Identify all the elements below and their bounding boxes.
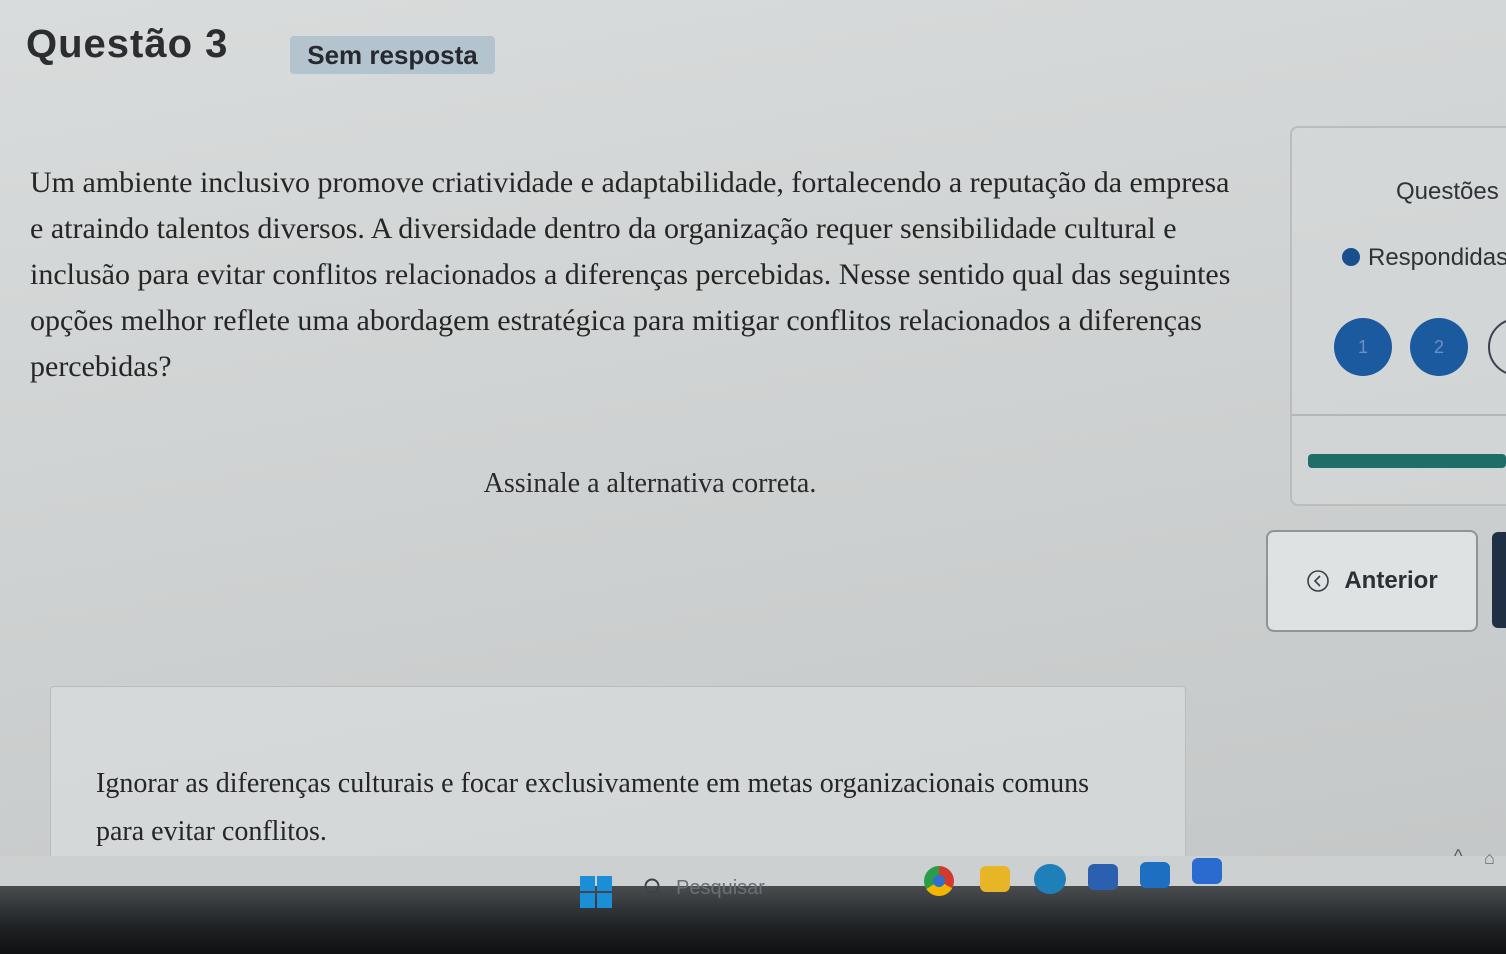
question-nav-2[interactable]: 2 — [1410, 318, 1468, 376]
arrow-left-circle-icon — [1307, 570, 1330, 592]
question-text: Um ambiente inclusivo promove criativida… — [30, 166, 1231, 383]
word-icon[interactable] — [1192, 858, 1222, 884]
search-icon — [644, 878, 664, 898]
question-nav-1[interactable]: 1 — [1334, 318, 1392, 376]
previous-button[interactable]: Anterior — [1266, 530, 1478, 632]
answered-legend-dot — [1342, 248, 1360, 266]
progress-bar — [1308, 454, 1506, 468]
option-text[interactable]: Ignorar as diferenças culturais e focar … — [96, 760, 1136, 856]
previous-button-label: Anterior — [1344, 567, 1438, 594]
instruction-text: Assinale a alternativa correta. — [483, 468, 817, 499]
file-explorer-icon[interactable] — [980, 866, 1010, 892]
windows-start-icon[interactable] — [580, 876, 612, 908]
chrome-icon[interactable] — [924, 866, 954, 896]
page-title: Questão 3 — [26, 22, 229, 66]
answered-legend-label: Respondidas — [1368, 244, 1506, 271]
questions-panel-title: Questões r — [1396, 178, 1506, 205]
store-icon[interactable] — [1088, 864, 1118, 890]
chevron-up-icon[interactable]: ^ — [1454, 846, 1462, 867]
outlook-icon[interactable] — [1140, 862, 1170, 888]
status-badge: Sem resposta — [290, 36, 495, 74]
edge-icon[interactable] — [1034, 864, 1066, 894]
panel-divider — [1290, 414, 1506, 416]
tray-icon[interactable]: ⌂ — [1484, 848, 1495, 869]
next-button[interactable] — [1492, 532, 1506, 628]
taskbar-search-input[interactable] — [676, 872, 896, 904]
